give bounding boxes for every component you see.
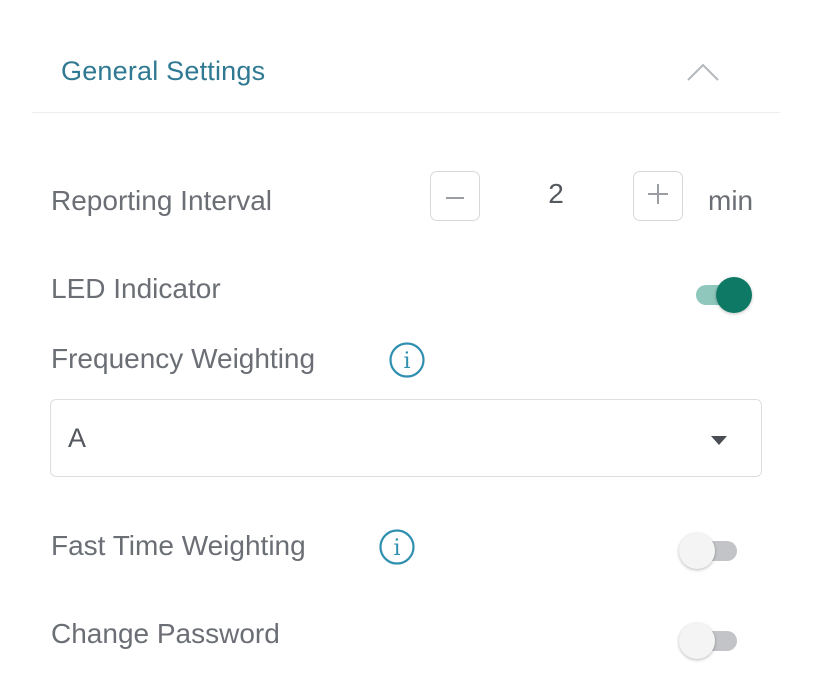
select-value: A xyxy=(68,423,87,453)
info-icon[interactable]: i xyxy=(388,341,426,379)
svg-text:i: i xyxy=(403,349,410,374)
toggle-knob xyxy=(716,277,752,313)
interval-unit: min xyxy=(708,185,754,216)
reporting-interval-label: Reporting Interval xyxy=(51,185,273,216)
reporting-interval-value[interactable]: 2 xyxy=(520,178,592,210)
minus-icon xyxy=(446,187,464,205)
plus-icon xyxy=(648,183,668,209)
caret-down-icon xyxy=(711,433,727,451)
toggle-knob xyxy=(679,623,715,659)
decrement-button[interactable] xyxy=(430,171,480,221)
svg-text:i: i xyxy=(393,536,400,561)
led-indicator-label: LED Indicator xyxy=(51,273,221,304)
fast-time-weighting-label: Fast Time Weighting xyxy=(51,530,306,561)
info-icon[interactable]: i xyxy=(378,528,416,566)
change-password-label: Change Password xyxy=(51,618,280,649)
led-indicator-toggle[interactable] xyxy=(694,274,754,314)
frequency-weighting-select[interactable]: A xyxy=(50,399,762,477)
general-settings-header[interactable]: General Settings xyxy=(32,40,780,113)
frequency-weighting-label: Frequency Weighting xyxy=(51,343,316,374)
increment-button[interactable] xyxy=(633,171,683,221)
fast-time-weighting-toggle[interactable] xyxy=(679,530,739,570)
toggle-knob xyxy=(679,533,715,569)
section-title: General Settings xyxy=(61,56,266,86)
chevron-up-icon[interactable] xyxy=(683,54,723,90)
change-password-toggle[interactable] xyxy=(679,620,739,660)
